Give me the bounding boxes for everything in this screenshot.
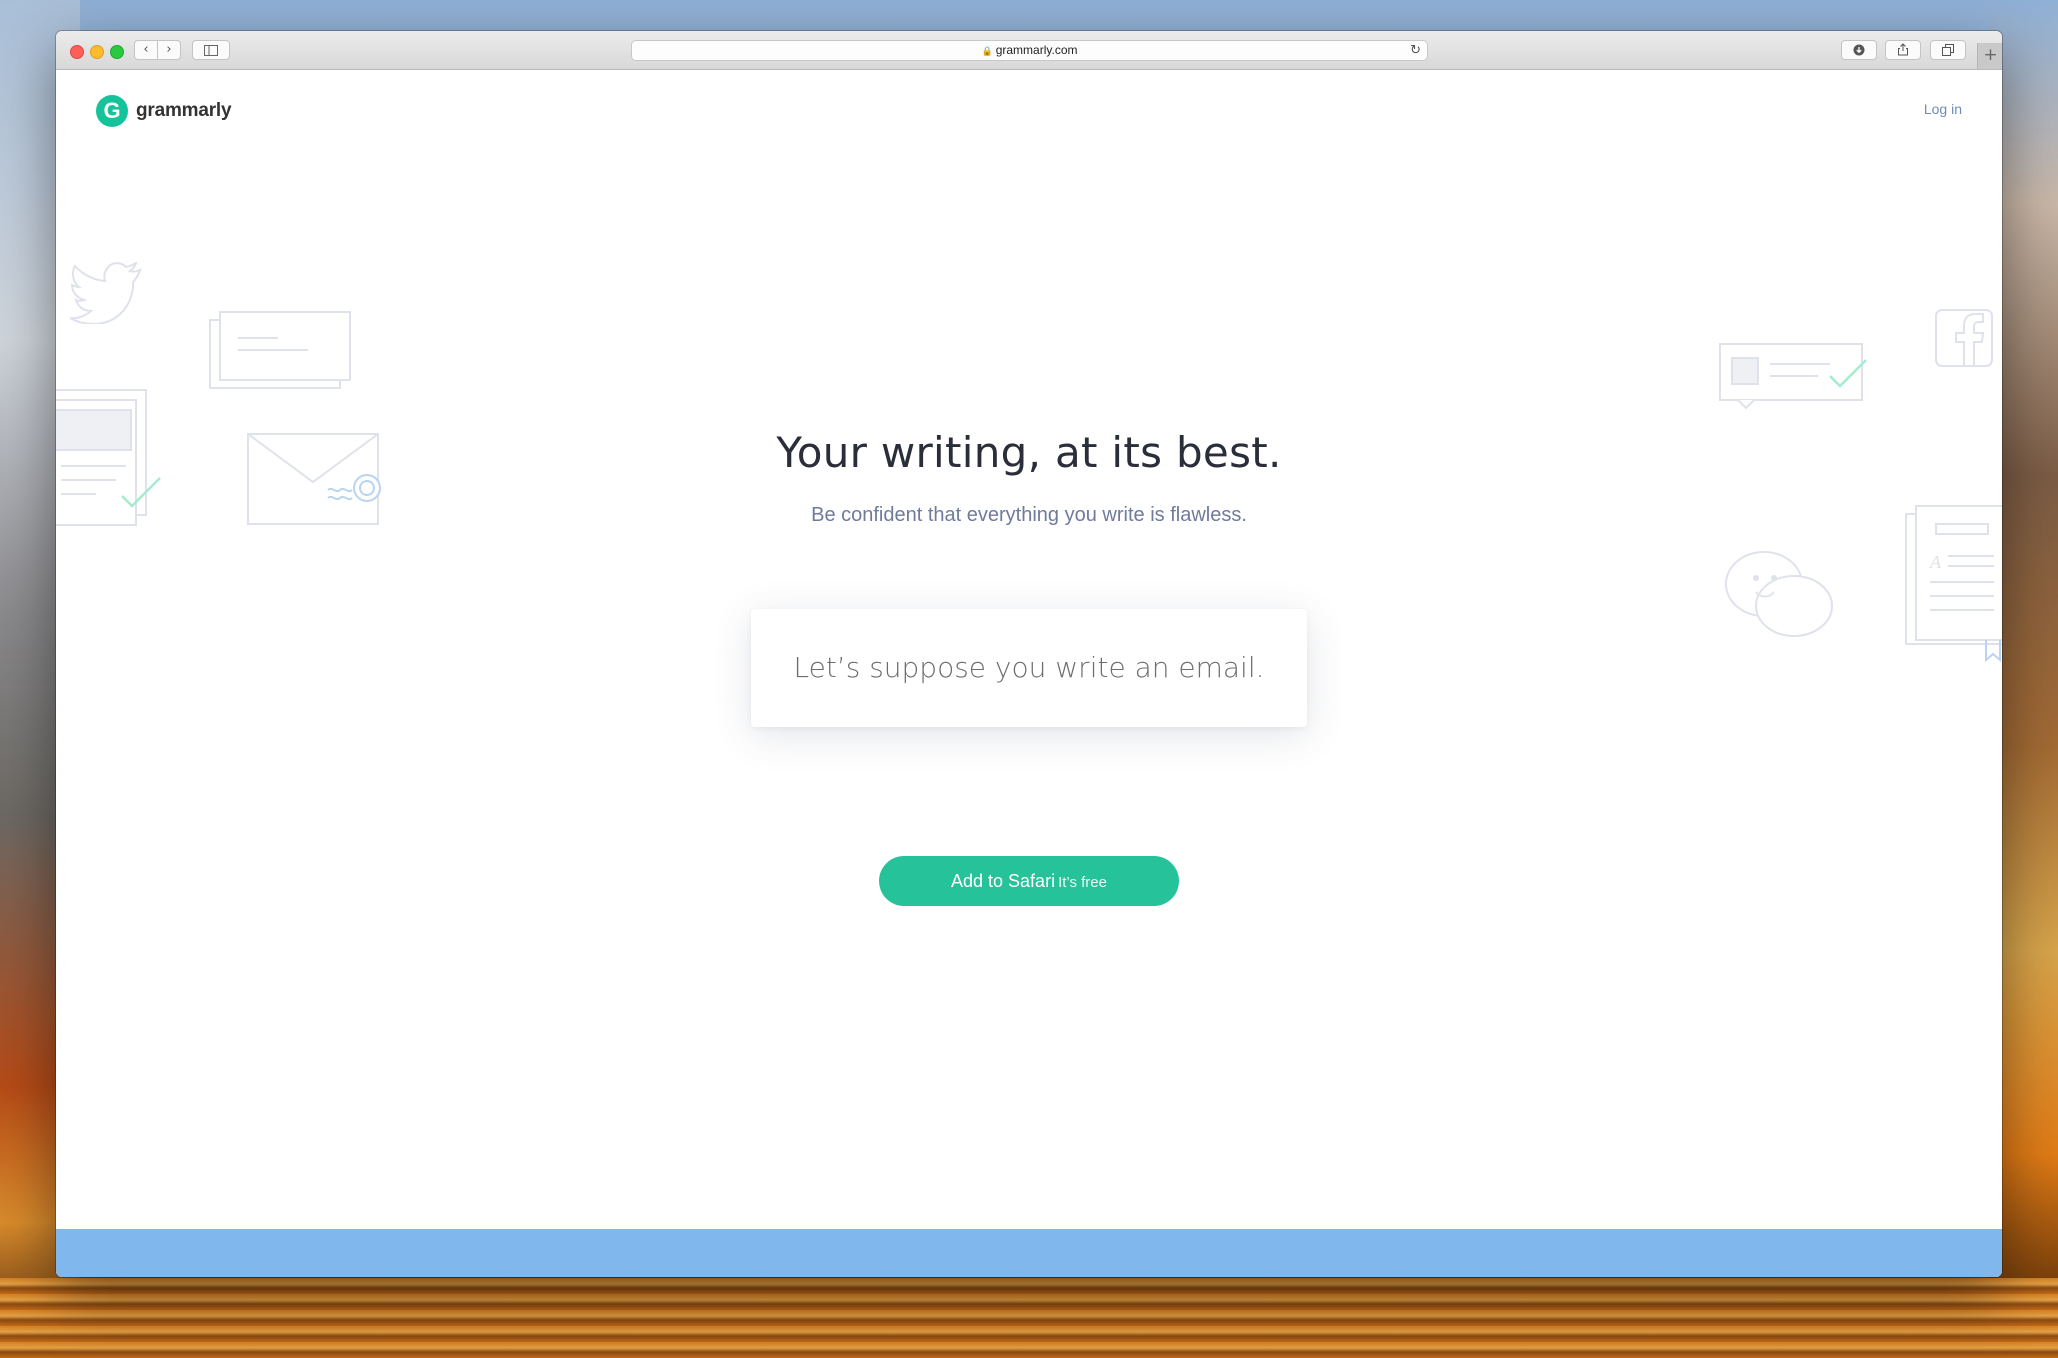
sidebar-icon [204, 45, 218, 56]
reload-icon[interactable]: ↻ [1410, 41, 1421, 60]
desktop-wallpaper-lake [0, 1278, 2058, 1358]
share-button[interactable] [1885, 40, 1921, 60]
share-icon [1898, 43, 1908, 56]
footer-band [56, 1229, 2002, 1277]
back-button[interactable]: ‹ [134, 40, 158, 60]
facebook-icon [1935, 309, 1993, 367]
hero-subhead: Be confident that everything you write i… [811, 504, 1247, 526]
browser-toolbar: ‹ › 🔒 grammarly.com ↻ + [56, 31, 2002, 70]
open-book-icon: A [1905, 505, 2002, 663]
demo-email-text: Let’s suppose you write an email. [793, 651, 1265, 684]
zoom-window-button[interactable] [110, 45, 124, 59]
login-link[interactable]: Log in [1924, 101, 1962, 117]
svg-text:A: A [1929, 552, 1942, 572]
add-to-safari-label: Add to Safari [951, 871, 1056, 891]
grammarly-logo-icon: G [96, 95, 128, 127]
web-page: G grammarly Log in A Your writing, at it… [56, 70, 2002, 1277]
hero-headline: Your writing, at its best. [776, 428, 1282, 477]
its-free-label: It’s free [1058, 874, 1107, 891]
close-window-button[interactable] [70, 45, 84, 59]
address-bar[interactable]: 🔒 grammarly.com ↻ [631, 40, 1428, 61]
message-cards-icon [209, 311, 351, 389]
demo-email-card: Let’s suppose you write an email. [751, 609, 1307, 727]
chevron-right-icon: › [166, 42, 172, 57]
forward-button[interactable]: › [157, 40, 181, 60]
download-icon [1853, 44, 1865, 56]
chat-bubbles-icon [1725, 551, 1833, 637]
browser-window: ‹ › 🔒 grammarly.com ↻ + G grammarly Log i… [56, 31, 2002, 1277]
sidebar-toggle-button[interactable] [192, 40, 230, 60]
grammarly-logo-text: grammarly [136, 100, 232, 121]
lock-icon: 🔒 [981, 46, 993, 56]
twitter-bird-icon [70, 262, 142, 324]
minimize-window-button[interactable] [90, 45, 104, 59]
tabs-icon [1942, 44, 1954, 56]
add-to-safari-button[interactable]: Add to Safari It’s free [879, 856, 1179, 906]
profile-card-check-icon [1719, 343, 1867, 410]
chevron-left-icon: ‹ [143, 42, 149, 57]
plus-icon: + [1983, 45, 1998, 65]
tab-overview-button[interactable] [1930, 40, 1966, 60]
new-tab-button[interactable]: + [1977, 43, 2002, 69]
address-bar-url: grammarly.com [995, 43, 1078, 57]
downloads-button[interactable] [1841, 40, 1877, 60]
grammarly-logo[interactable]: G grammarly [96, 94, 232, 128]
